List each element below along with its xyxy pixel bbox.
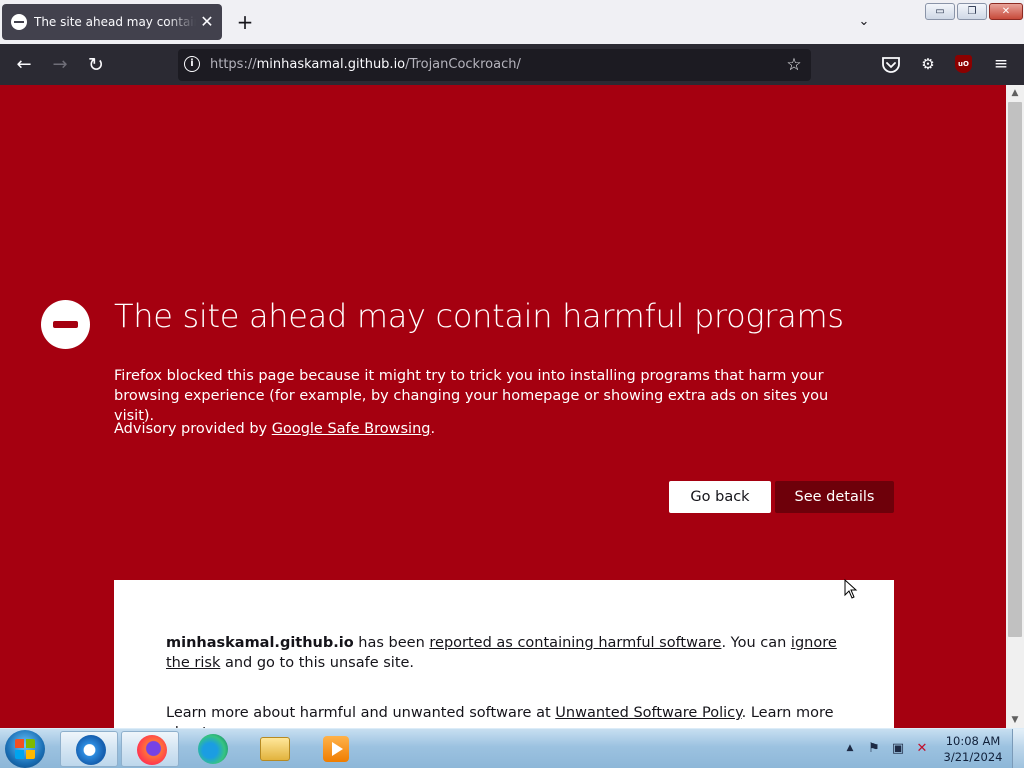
taskbar-file-explorer[interactable] (245, 731, 303, 767)
scroll-down-icon[interactable]: ▼ (1006, 712, 1024, 728)
action-center-flag-icon[interactable]: ⚑ (865, 740, 883, 758)
scroll-up-icon[interactable]: ▲ (1006, 85, 1024, 101)
ublock-origin-icon[interactable]: uO (955, 55, 972, 73)
advisory-prefix: Advisory provided by (114, 421, 272, 437)
url-host: minhaskamal.github.io (256, 57, 406, 72)
tab-close-icon[interactable]: ✕ (198, 13, 216, 31)
taskbar-media-player[interactable] (307, 731, 365, 767)
tab-active[interactable]: The site ahead may contain harmful progr… (2, 4, 222, 40)
site-info-icon[interactable]: i (184, 56, 200, 72)
blocked-icon (41, 300, 90, 349)
volume-muted-icon[interactable]: ✕ (913, 740, 931, 758)
url-bar[interactable]: i https://minhaskamal.github.io/TrojanCo… (178, 49, 811, 81)
blocked-icon (11, 14, 27, 30)
clock-time: 10:08 AM (945, 734, 1001, 748)
edge-icon (198, 734, 228, 764)
details-site: minhaskamal.github.io (166, 635, 354, 651)
show-hidden-icons-button[interactable]: ▲ (843, 741, 857, 755)
window-restore-button[interactable]: ❐ (957, 3, 987, 20)
internet-explorer-icon (76, 735, 106, 765)
start-button[interactable] (5, 730, 45, 768)
details-panel: minhaskamal.github.io has been reported … (114, 580, 894, 728)
clock-date: 3/21/2024 (943, 750, 1003, 764)
learn-more-text: Learn more about harmful and unwanted so… (166, 703, 856, 728)
windows-taskbar: ▲ ⚑ ▣ ✕ 10:08 AM 3/21/2024 (0, 728, 1024, 768)
advisory-suffix: . (430, 421, 436, 437)
windows-logo-icon (15, 739, 35, 759)
learn-more-prefix: Learn more about harmful and unwanted so… (166, 705, 556, 721)
folder-icon (260, 737, 290, 761)
taskbar-firefox[interactable] (121, 731, 179, 767)
forward-button[interactable]: → (47, 52, 73, 78)
url-path: /TrojanCockroach/ (405, 57, 521, 72)
scrollbar-thumb[interactable] (1008, 102, 1022, 637)
window-close-button[interactable]: ✕ (989, 3, 1023, 20)
url-text[interactable]: https://minhaskamal.github.io/TrojanCock… (210, 57, 521, 72)
system-clock[interactable]: 10:08 AM 3/21/2024 (940, 733, 1006, 765)
go-back-button[interactable]: Go back (669, 481, 771, 513)
new-tab-button[interactable]: + (233, 10, 257, 34)
tab-strip: The site ahead may contain harmful progr… (0, 0, 1024, 44)
mouse-cursor-icon (844, 579, 858, 599)
network-icon[interactable]: ▣ (889, 740, 907, 758)
url-scheme: https:// (210, 57, 257, 72)
taskbar-edge[interactable] (183, 731, 241, 767)
list-all-tabs-button[interactable]: ⌄ (853, 11, 875, 33)
taskbar-internet-explorer[interactable] (60, 731, 118, 767)
pocket-icon-svg (882, 57, 900, 73)
window-minimize-button[interactable]: ▭ (925, 3, 955, 20)
tab-title: The site ahead may contain harmful progr… (34, 15, 196, 29)
pocket-icon[interactable] (880, 54, 902, 76)
details-text-1: has been (353, 635, 430, 651)
page-title: The site ahead may contain harmful progr… (114, 297, 844, 335)
back-button[interactable]: ← (11, 52, 37, 78)
reload-button[interactable]: ↻ (83, 52, 109, 78)
extensions-icon[interactable]: ⚙ (917, 53, 939, 75)
blocked-page: The site ahead may contain harmful progr… (0, 85, 1006, 728)
reported-link[interactable]: reported as containing harmful software (429, 635, 721, 651)
safe-browsing-link[interactable]: Google Safe Browsing (272, 421, 431, 437)
firefox-icon (137, 735, 167, 765)
unwanted-software-policy-link[interactable]: Unwanted Software Policy (555, 705, 741, 721)
see-details-button[interactable]: See details (775, 481, 894, 513)
navigation-toolbar: ← → ↻ i https://minhaskamal.github.io/Tr… (0, 44, 1024, 85)
bookmark-star-icon[interactable]: ☆ (783, 54, 805, 76)
hamburger-menu-icon[interactable]: ≡ (990, 53, 1012, 75)
media-player-icon (323, 736, 349, 762)
details-text: minhaskamal.github.io has been reported … (166, 633, 856, 673)
details-text-3: and go to this unsafe site. (220, 655, 415, 671)
advisory-text: Advisory provided by Google Safe Browsin… (114, 421, 435, 437)
error-description: Firefox blocked this page because it mig… (114, 368, 829, 424)
vertical-scrollbar[interactable]: ▲ ▼ (1006, 85, 1024, 728)
show-desktop-button[interactable] (1012, 729, 1024, 768)
details-text-2: . You can (721, 635, 791, 651)
